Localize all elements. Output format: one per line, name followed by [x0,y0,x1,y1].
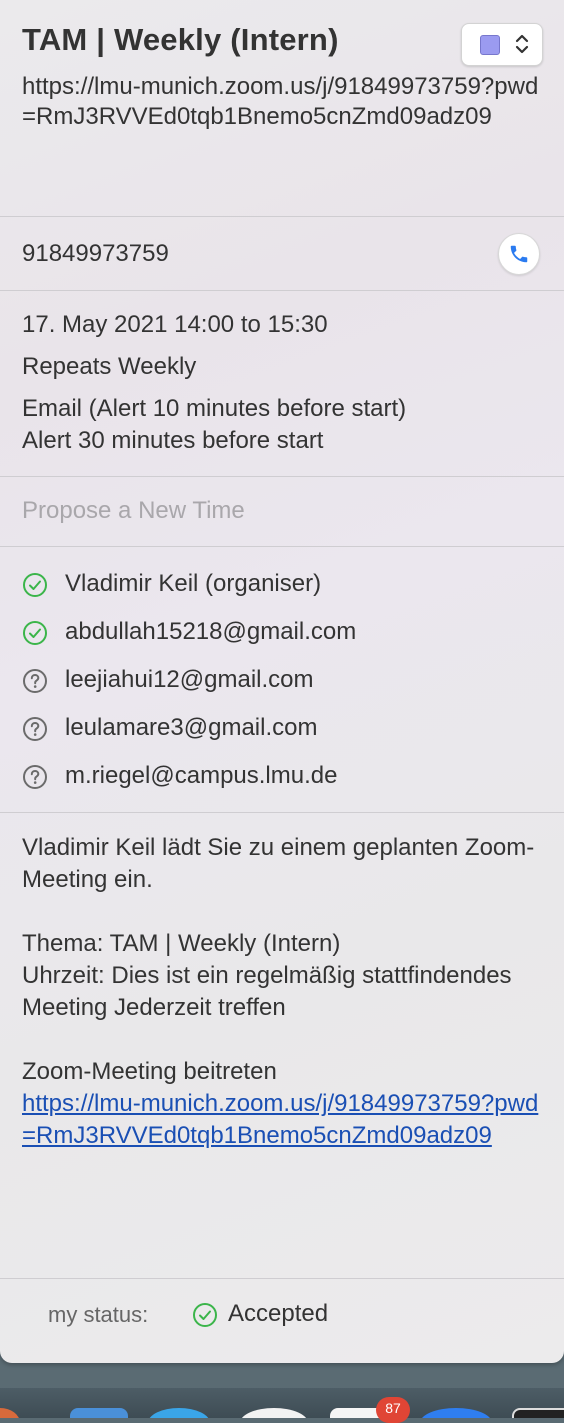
question-circle-icon [23,765,47,789]
chevron-up-down-icon [515,34,529,54]
my-status-label: my status: [48,1302,149,1327]
notes-time: Uhrzeit: Dies ist ein regelmäßig stattfi… [22,962,512,1021]
dock-app-icon[interactable] [70,1408,128,1418]
dock-app-icon[interactable] [0,1408,20,1418]
event-alert-email[interactable]: Email (Alert 10 minutes before start) [22,395,406,423]
dock-app-icon[interactable] [512,1408,564,1418]
attendee-row[interactable]: Vladimir Keil (organiser) [22,570,542,600]
attendee-row[interactable]: abdullah15218@gmail.com [22,618,542,648]
attendee-name: abdullah15218@gmail.com [65,618,357,645]
notes-invite-text: Vladimir Keil lädt Sie zu einem geplante… [22,834,535,893]
event-title[interactable]: TAM | Weekly (Intern) [22,22,339,58]
calendar-color-swatch [480,35,500,55]
event-date-time[interactable]: 17. May 2021 14:00 to 15:30 [22,311,328,339]
event-alert[interactable]: Alert 30 minutes before start [22,427,323,455]
dock-app-icon[interactable] [148,1408,210,1418]
event-detail-popover: TAM | Weekly (Intern) https://lmu-munich… [0,0,564,1363]
check-circle-icon [193,1303,217,1327]
notes-join-heading: Zoom-Meeting beitreten [22,1058,277,1085]
my-status-dropdown[interactable]: Accepted [228,1300,328,1328]
attendee-row[interactable]: leejiahui12@gmail.com [22,666,542,696]
attendee-name: leejiahui12@gmail.com [65,666,314,693]
propose-new-time-button[interactable]: Propose a New Time [22,497,245,525]
notes-topic: Thema: TAM | Weekly (Intern) [22,930,341,957]
phone-number: 91849973759 [22,240,169,267]
calendar-color-picker[interactable] [461,23,543,66]
zoom-meeting-link[interactable]: https://lmu-munich.zoom.us/j/91849973759… [22,1090,538,1149]
attendee-row[interactable]: m.riegel@campus.lmu.de [22,762,542,792]
event-repeat[interactable]: Repeats Weekly [22,353,196,381]
event-notes[interactable]: Vladimir Keil lädt Sie zu einem geplante… [22,832,542,1152]
attendee-name: leulamare3@gmail.com [65,714,318,741]
attendee-name: Vladimir Keil (organiser) [65,570,322,597]
notification-badge: 87 [376,1397,410,1423]
attendee-name: m.riegel@campus.lmu.de [65,762,338,789]
dock [0,1388,564,1418]
call-button[interactable] [498,233,540,275]
question-circle-icon [23,669,47,693]
dock-app-icon[interactable] [240,1408,308,1418]
question-circle-icon [23,717,47,741]
check-circle-icon [23,573,47,597]
event-location-url[interactable]: https://lmu-munich.zoom.us/j/91849973759… [22,72,542,132]
check-circle-icon [23,621,47,645]
attendee-row[interactable]: leulamare3@gmail.com [22,714,542,744]
phone-icon [510,245,528,263]
dock-app-icon[interactable] [420,1408,492,1418]
